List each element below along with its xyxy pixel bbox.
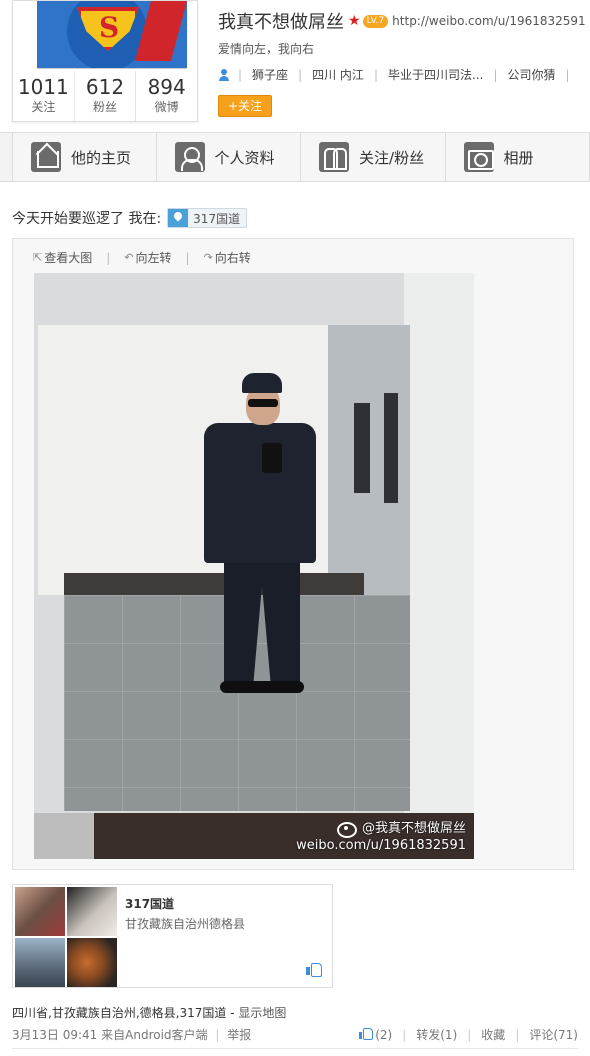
name-row: 我真不想做屌丝 ★ LV.7 http://weibo.com/u/196183…	[218, 8, 586, 34]
stat-label: 微博	[154, 100, 179, 114]
location-card-sub: 甘孜藏族自治州德格县	[125, 917, 246, 931]
profile-tabbar: 他的主页 个人资料 关注/粉丝 相册	[0, 132, 590, 182]
like-count: (2)	[375, 1028, 393, 1042]
location-thumbnails	[15, 887, 117, 987]
report-link[interactable]: 举报	[227, 1028, 251, 1042]
rotate-right-button[interactable]: ↷ 向右转	[204, 249, 251, 266]
tab-label: 相册	[503, 148, 534, 167]
profile-icon	[174, 142, 205, 172]
location-thumbnail[interactable]	[67, 887, 117, 936]
post-photo[interactable]: @我真不想做屌丝 weibo.com/u/1961832591	[34, 273, 474, 859]
location-thumbnail[interactable]	[15, 887, 65, 936]
location-thumbnail[interactable]	[15, 938, 65, 987]
location-line: 四川省,甘孜藏族自治州,德格县,317国道 - 显示地图	[12, 1006, 287, 1020]
tag-constellation[interactable]: 狮子座	[252, 66, 288, 83]
tag-company[interactable]: 公司你猜	[507, 66, 555, 83]
image-toolbar: ⇱ 查看大图 | ↶ 向左转 | ↷ 向右转	[33, 249, 251, 266]
level-badge[interactable]: LV.7	[362, 14, 389, 28]
rotate-left-button[interactable]: ↶ 向左转	[124, 249, 171, 266]
tab-label: 个人资料	[214, 148, 275, 167]
expand-icon: ⇱	[33, 251, 43, 264]
rotate-right-icon: ↷	[203, 251, 213, 264]
profile-header: S 1011 关注 612 粉丝 894 微博 我真不想做屌丝 ★ LV.7 h…	[0, 0, 590, 132]
post-footer: 3月13日 09:41 来自Android客户端 | 举报 (2) | 转发(1…	[12, 1026, 578, 1043]
avatar[interactable]: S	[37, 1, 187, 69]
tab-album[interactable]: 相册	[445, 133, 590, 181]
tab-profile[interactable]: 个人资料	[156, 133, 302, 181]
tab-label: 关注/粉丝	[359, 148, 425, 167]
location-card-name[interactable]: 317国道	[125, 895, 174, 912]
repost-link[interactable]: 转发(1)	[416, 1026, 457, 1043]
divider	[12, 1048, 578, 1049]
location-path[interactable]: 四川省,甘孜藏族自治州,德格县,317国道	[12, 1006, 226, 1020]
location-card[interactable]: 317国道 甘孜藏族自治州德格县	[12, 884, 333, 988]
stat-value: 1011	[17, 75, 69, 99]
stat-following[interactable]: 1011 关注	[13, 71, 75, 121]
view-large-button[interactable]: ⇱ 查看大图	[33, 249, 92, 266]
tab-follow-fans[interactable]: 关注/粉丝	[301, 133, 446, 181]
comment-link[interactable]: 评论(71)	[529, 1026, 578, 1043]
tag-location[interactable]: 四川 内江	[312, 66, 364, 83]
follow-fans-icon	[319, 142, 350, 172]
photo-watermark: @我真不想做屌丝 weibo.com/u/1961832591	[296, 817, 466, 853]
like-button[interactable]: (2)	[359, 1027, 392, 1042]
location-chip[interactable]: 317国道	[167, 208, 248, 228]
location-thumbnail[interactable]	[67, 938, 117, 987]
post-source[interactable]: 来自Android客户端	[101, 1028, 207, 1042]
post-time[interactable]: 3月13日 09:41	[12, 1028, 97, 1042]
profile-name: 我真不想做屌丝	[218, 12, 344, 33]
stat-label: 关注	[31, 100, 56, 114]
profile-tags: | 狮子座 | 四川 内江 | 毕业于四川司法... | 公司你猜 |	[218, 66, 580, 83]
favorite-link[interactable]: 收藏	[481, 1026, 505, 1043]
post-content: 今天开始要巡逻了 我在:	[12, 211, 162, 227]
profile-stats: 1011 关注 612 粉丝 894 微博	[13, 71, 197, 121]
follow-button[interactable]: +关注	[218, 95, 272, 117]
tool-label: 查看大图	[44, 251, 93, 265]
watermark-name: @我真不想做屌丝	[361, 821, 466, 836]
show-map-link[interactable]: 显示地图	[238, 1006, 286, 1020]
avatar-card: S 1011 关注 612 粉丝 894 微博	[12, 0, 198, 122]
post-text: 今天开始要巡逻了 我在: 317国道	[12, 208, 248, 228]
tool-label: 向左转	[135, 251, 172, 265]
person-icon	[218, 68, 230, 81]
rotate-left-icon: ↶	[124, 251, 134, 264]
thumb-up-icon[interactable]	[306, 961, 322, 977]
stat-weibo[interactable]: 894 微博	[136, 71, 197, 121]
stat-value: 612	[85, 75, 125, 99]
location-chip-label: 317国道	[193, 211, 241, 226]
stat-value: 894	[147, 75, 186, 99]
profile-url[interactable]: http://weibo.com/u/1961832591	[392, 14, 586, 28]
tag-school[interactable]: 毕业于四川司法...	[388, 66, 483, 83]
profile-bio: 爱情向左，我向右	[218, 42, 315, 56]
star-icon: ★	[348, 13, 361, 29]
weibo-logo-icon	[335, 818, 359, 838]
tool-label: 向右转	[214, 251, 251, 265]
stat-fans[interactable]: 612 粉丝	[75, 71, 137, 121]
watermark-url: weibo.com/u/1961832591	[296, 838, 466, 853]
home-icon	[31, 142, 61, 172]
tab-label: 他的主页	[71, 148, 132, 167]
media-box: ⇱ 查看大图 | ↶ 向左转 | ↷ 向右转 @我真不想做屌丝 weibo.co…	[12, 238, 574, 870]
like-icon	[359, 1027, 374, 1040]
tab-homepage[interactable]: 他的主页	[12, 133, 157, 181]
camera-icon	[463, 142, 494, 172]
location-pin-icon	[168, 209, 189, 227]
stat-label: 粉丝	[93, 100, 118, 114]
